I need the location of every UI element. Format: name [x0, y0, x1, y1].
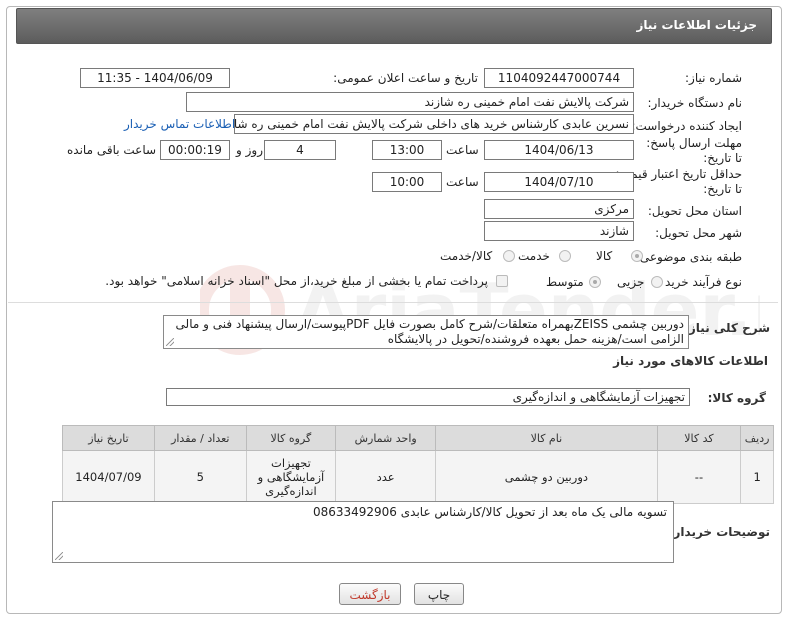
category-option-goods-service: کالا/خدمت [440, 249, 493, 263]
items-table: ردیف کد کالا نام کالا واحد شمارش گروه کا… [62, 425, 774, 504]
divider [8, 302, 778, 303]
cell-code: -- [656, 450, 742, 504]
cell-row: 1 [740, 450, 774, 504]
group-field: تجهیزات آزمایشگاهی و اندازه‌گیری [166, 388, 690, 406]
summary-label: شرح کلی نیاز: [684, 321, 770, 335]
col-group: گروه کالا [245, 425, 337, 451]
summary-text: دوربین چشمی ZEISSبهمراه متعلقات/شرح کامل… [175, 317, 684, 346]
table-header-row: ردیف کد کالا نام کالا واحد شمارش گروه کا… [62, 425, 774, 451]
buyer-org-field: شرکت پالایش نفت امام خمینی ره شازند [186, 92, 634, 112]
need-number-field: 1104092447000744 [484, 68, 634, 88]
cell-quantity: 5 [153, 450, 247, 504]
price-date-field: 1404/07/10 [484, 172, 634, 192]
col-row: ردیف [740, 425, 774, 451]
price-time-field: 10:00 [372, 172, 442, 192]
city-label: شهر محل تحویل: [655, 226, 742, 240]
cell-name: دوربین دو چشمی [435, 450, 658, 504]
resize-grip-icon[interactable] [166, 338, 174, 346]
buyer-notes-text: تسویه مالی یک ماه بعد از تحویل کالا/کارش… [312, 505, 667, 519]
buyer-notes-label: توضیحات خریدار: [668, 525, 770, 539]
items-section-title: اطلاعات کالاهای مورد نیاز [613, 354, 768, 368]
col-date: تاریخ نیاز [62, 425, 155, 451]
page-title: جزئیات اطلاعات نیاز [636, 18, 757, 32]
category-radio-service[interactable] [559, 250, 571, 262]
resize-grip-icon[interactable] [55, 552, 63, 560]
group-label: گروه کالا: [707, 391, 766, 405]
buyer-notes-field: تسویه مالی یک ماه بعد از تحویل کالا/کارش… [52, 501, 674, 563]
payment-note: پرداخت تمام یا بخشی از مبلغ خرید،از محل … [105, 274, 488, 288]
col-quantity: تعداد / مقدار [153, 425, 247, 451]
cell-date: 1404/07/09 [62, 450, 155, 504]
category-radio-goods-service[interactable] [503, 250, 515, 262]
announce-field: 1404/06/09 - 11:35 [80, 68, 230, 88]
process-label: نوع فرآیند خرید : [657, 275, 742, 289]
announce-label: تاریخ و ساعت اعلان عمومی: [333, 71, 478, 85]
city-field: شازند [484, 221, 634, 241]
category-option-goods: کالا [596, 249, 613, 263]
page-header: جزئیات اطلاعات نیاز [16, 8, 772, 44]
province-field: مرکزی [484, 199, 634, 219]
province-label: استان محل تحویل: [647, 204, 742, 218]
category-option-service: خدمت [518, 249, 550, 263]
category-radio-goods[interactable] [631, 250, 643, 262]
contact-info-link[interactable]: اطلاعات تماس خریدار [124, 117, 235, 131]
process-radio-minor[interactable] [651, 276, 663, 288]
process-option-medium: متوسط [546, 275, 584, 289]
category-label: طبقه بندی موضوعی: [635, 250, 742, 264]
table-row: 1 -- دوربین دو چشمی عدد تجهیزات آزمایشگا… [62, 450, 774, 504]
col-unit: واحد شمارش [335, 425, 437, 451]
back-button[interactable]: بازگشت [339, 583, 401, 605]
summary-field: دوربین چشمی ZEISSبهمراه متعلقات/شرح کامل… [163, 315, 689, 349]
creator-field: نسرین عابدی کارشناس خرید های داخلی شرکت … [234, 114, 634, 134]
treasury-payment-checkbox[interactable] [496, 275, 508, 287]
days-field: 4 [264, 140, 336, 160]
need-number-label: شماره نیاز: [685, 71, 742, 85]
cell-unit: عدد [335, 450, 437, 504]
reply-time-field: 13:00 [372, 140, 442, 160]
reply-time-label: ساعت [446, 143, 479, 157]
print-button[interactable]: چاپ [414, 583, 464, 605]
reply-date-field: 1404/06/13 [484, 140, 634, 160]
remaining-time-field: 00:00:19 [160, 140, 230, 160]
days-label: روز و [236, 143, 263, 157]
col-code: کد کالا [656, 425, 742, 451]
reply-deadline-label: مهلت ارسال پاسخ: تا تاریخ: [646, 136, 742, 165]
buyer-org-label: نام دستگاه خریدار: [647, 96, 743, 110]
process-option-minor: جزیی [617, 275, 645, 289]
price-time-label: ساعت [446, 175, 479, 189]
creator-label: ایجاد کننده درخواست: [631, 119, 742, 133]
process-radio-medium[interactable] [589, 276, 601, 288]
cell-group: تجهیزات آزمایشگاهی و اندازه‌گیری [245, 450, 337, 504]
col-name: نام کالا [435, 425, 658, 451]
remaining-label: ساعت باقی مانده [67, 143, 157, 157]
